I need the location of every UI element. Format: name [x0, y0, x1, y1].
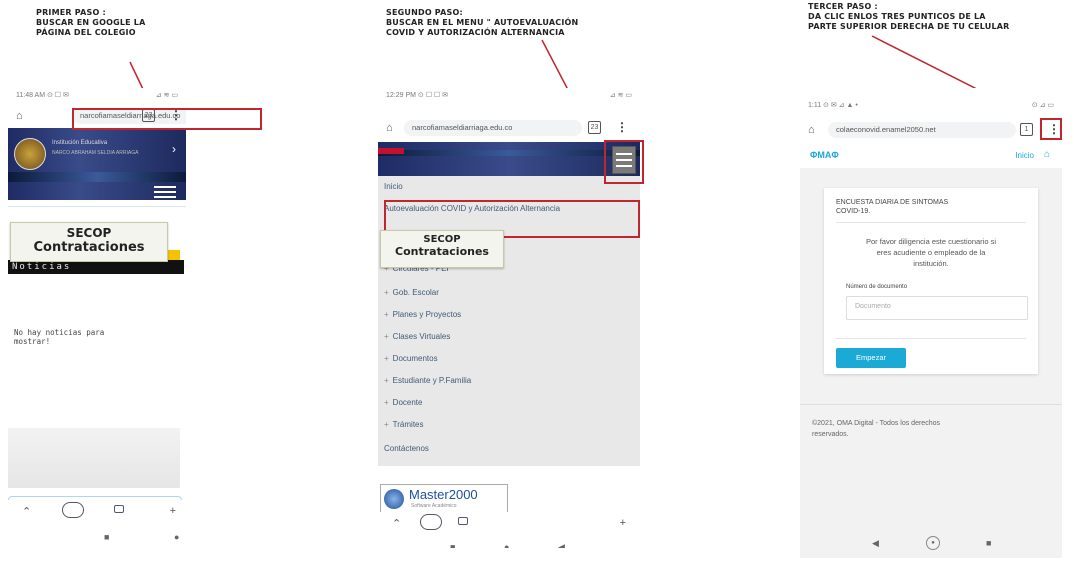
- status-icons: ⊿ ≋ ▭: [155, 92, 178, 99]
- more-options-icon[interactable]: ⋮: [616, 120, 628, 134]
- browser-url-bar: ⌂ colaeconovid.enamel2050.net 1 ⋮: [800, 118, 1062, 142]
- step2-caption: SEGUNDO PASO: BUSCAR EN EL MENU " AUTOEV…: [386, 8, 579, 37]
- highlight-more-options: [1040, 118, 1062, 140]
- status-time: 1:11 ⊙ ✉ ⊿ ▲ •: [808, 102, 858, 109]
- master2000-subtitle: Software Académico: [411, 503, 457, 509]
- status-icons: ⊙ ⊿ ▭: [1031, 102, 1054, 109]
- system-back-icon[interactable]: ◀: [558, 542, 565, 548]
- hamburger-menu-icon[interactable]: [154, 186, 176, 198]
- status-bar: 12:29 PM ⊙ ☐ ☐ ✉ ⊿ ≋ ▭: [378, 88, 640, 102]
- school-banner: Institución Educativa NARCO ABRAHAM SELD…: [8, 128, 186, 200]
- document-label: Número de documento: [846, 284, 908, 290]
- globe-icon: [384, 489, 404, 509]
- secop-title: SECOP: [66, 226, 112, 240]
- school-banner: [378, 142, 640, 176]
- school-crest: [14, 138, 46, 170]
- secop-badge[interactable]: SECOP Contrataciones: [10, 222, 168, 262]
- system-home-icon[interactable]: ●: [504, 542, 509, 548]
- recent-apps-icon[interactable]: ■: [986, 538, 991, 548]
- menu-item-gob-escolar[interactable]: + Gob. Escolar: [384, 288, 439, 297]
- secop-subtitle: Contrataciones: [395, 245, 489, 258]
- brand-logo: ΦMAΦ: [810, 150, 839, 160]
- content-placeholder: [8, 428, 180, 488]
- divider: [8, 206, 186, 208]
- banner-subtitle: NARCO ABRAHAM SELDIA ARRIAGA: [52, 150, 139, 156]
- menu-item-documentos[interactable]: + Documentos: [384, 354, 438, 363]
- secop-subtitle: Contrataciones: [33, 240, 145, 255]
- empezar-button[interactable]: Empezar: [836, 348, 906, 368]
- tab-switcher-icon[interactable]: [114, 505, 124, 513]
- menu-item-tramites[interactable]: + Trámites: [384, 420, 424, 429]
- home-tab-icon[interactable]: [62, 502, 84, 518]
- status-bar: 1:11 ⊙ ✉ ⊿ ▲ • ⊙ ⊿ ▭: [800, 98, 1062, 112]
- secop-badge[interactable]: SECOP Contrataciones: [380, 230, 504, 268]
- survey-card: ENCUESTA DIARIA DE SINTOMAS COVID-19. Po…: [824, 188, 1038, 374]
- menu-item-contactenos[interactable]: Contáctenos: [384, 444, 429, 453]
- home-icon[interactable]: ⌂: [1044, 149, 1050, 160]
- inicio-link[interactable]: Inicio: [1015, 151, 1034, 160]
- survey-instructions: Por favor diligencia este cuestionario s…: [865, 237, 997, 268]
- highlight-url: [72, 108, 262, 130]
- news-empty-message: No hay noticias para mostrar!: [14, 328, 105, 346]
- system-back-icon[interactable]: ◀: [872, 538, 879, 549]
- home-tab-icon[interactable]: [420, 514, 442, 530]
- menu-item-estudiante[interactable]: + Estudiante y P.Familia: [384, 376, 471, 385]
- tabs-icon[interactable]: 23: [588, 121, 601, 134]
- system-nav-bar: ■ ● ◀: [378, 538, 640, 548]
- step1-caption: PRIMER PASO : BUSCAR EN GOOGLE LA PÁGINA…: [36, 8, 146, 37]
- status-icons: ⊿ ≋ ▭: [609, 92, 632, 99]
- survey-title: ENCUESTA DIARIA DE SINTOMAS COVID-19.: [836, 199, 949, 215]
- home-icon[interactable]: ⌂: [386, 122, 393, 134]
- menu-item-planes[interactable]: + Planes y Proyectos: [384, 310, 461, 319]
- tab-switcher-icon[interactable]: [458, 517, 468, 525]
- recent-apps-icon[interactable]: ■: [450, 542, 455, 548]
- status-time: 12:29 PM ⊙ ☐ ☐ ✉: [386, 92, 449, 99]
- chevron-right-icon[interactable]: ›: [172, 142, 176, 156]
- phone-screen-1: 11:48 AM ⊙ ☐ ✉ ⊿ ≋ ▭ ⌂ narcofiamaseldiar…: [8, 88, 186, 548]
- url-field[interactable]: colaeconovid.enamel2050.net: [828, 122, 1016, 138]
- status-bar: 11:48 AM ⊙ ☐ ✉ ⊿ ≋ ▭: [8, 88, 186, 102]
- system-nav-bar: ◀ ● ■: [800, 534, 1062, 554]
- highlight-hamburger: [604, 140, 644, 184]
- footer-text: ©2021, OMA Digital - Todos los derechos …: [812, 420, 940, 438]
- master2000-banner[interactable]: Master2000 Software Académico: [380, 484, 508, 514]
- browser-url-bar: ⌂ narcofiamaseldiarriaga.edu.co 23 ⋮: [378, 116, 640, 140]
- browser-bottom-bar: ⌃ +: [8, 500, 186, 522]
- step3-caption: TERCER PASO : DA CLIC ENLOS TRES PUNTICO…: [808, 2, 1010, 31]
- phone-screen-3: 1:11 ⊙ ✉ ⊿ ▲ • ⊙ ⊿ ▭ ⌂ colaeconovid.enam…: [800, 88, 1062, 558]
- menu-item-clases[interactable]: + Clases Virtuales: [384, 332, 450, 341]
- home-icon[interactable]: ⌂: [16, 110, 23, 122]
- recent-apps-icon[interactable]: ■: [104, 532, 109, 542]
- menu-item-docente[interactable]: + Docente: [384, 398, 422, 407]
- system-nav-bar: ■ ● ◀: [8, 528, 186, 548]
- secop-title: SECOP: [423, 234, 461, 245]
- tabs-icon[interactable]: 1: [1020, 123, 1033, 136]
- menu-item-inicio[interactable]: Inicio: [384, 182, 403, 191]
- page-body: ENCUESTA DIARIA DE SINTOMAS COVID-19. Po…: [800, 168, 1062, 558]
- home-icon[interactable]: ⌂: [808, 124, 815, 136]
- banner-stripe: [8, 172, 186, 182]
- browser-bottom-bar: ⌃ +: [378, 512, 640, 534]
- new-tab-icon[interactable]: +: [170, 505, 176, 517]
- system-home-icon[interactable]: ●: [926, 536, 940, 550]
- status-time: 11:48 AM ⊙ ☐ ✉: [16, 92, 69, 99]
- banner-title: Institución Educativa: [52, 140, 108, 146]
- phone-screen-2: 12:29 PM ⊙ ☐ ☐ ✉ ⊿ ≋ ▭ ⌂ narcofiamaseldi…: [378, 88, 640, 548]
- system-home-icon[interactable]: ●: [174, 532, 179, 542]
- news-header: Noticias: [8, 260, 184, 274]
- site-header: ΦMAΦ Inicio ⌂: [800, 144, 1062, 169]
- master2000-label: Master2000: [409, 487, 478, 502]
- document-input[interactable]: Documento: [846, 296, 1028, 320]
- url-field[interactable]: narcofiamaseldiarriaga.edu.co: [404, 120, 582, 136]
- new-tab-icon[interactable]: +: [620, 517, 626, 529]
- back-icon[interactable]: ⌃: [22, 505, 31, 518]
